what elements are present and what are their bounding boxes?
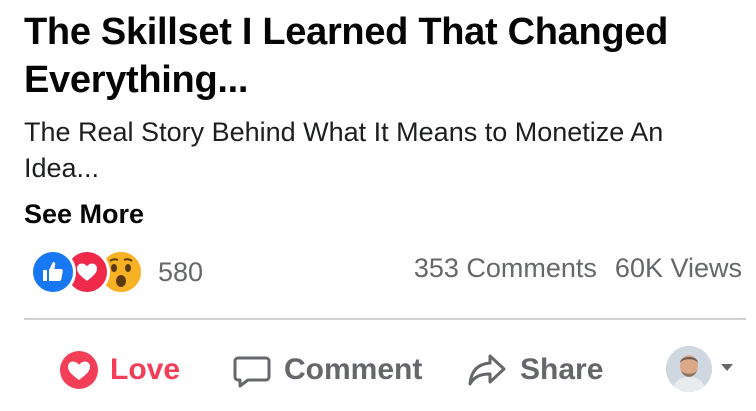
comment-button[interactable]: Comment bbox=[232, 340, 422, 400]
like-icon bbox=[30, 249, 76, 295]
share-icon bbox=[466, 350, 508, 390]
divider bbox=[24, 318, 746, 320]
profile-switcher[interactable] bbox=[666, 346, 734, 392]
avatar bbox=[666, 346, 712, 392]
action-bar: Love Comment Share bbox=[0, 340, 756, 400]
love-button[interactable]: Love bbox=[60, 340, 180, 400]
share-label: Share bbox=[520, 353, 604, 386]
comment-icon bbox=[232, 350, 272, 390]
see-more-link[interactable]: See More bbox=[24, 196, 144, 232]
chevron-down-icon bbox=[720, 360, 734, 378]
reactions-summary[interactable]: 580 bbox=[30, 249, 204, 295]
comment-label: Comment bbox=[284, 353, 423, 386]
comments-count[interactable]: 353 Comments bbox=[414, 253, 597, 284]
love-label: Love bbox=[110, 353, 181, 386]
reaction-count: 580 bbox=[158, 256, 204, 287]
post-stats: 353 Comments 60K Views bbox=[414, 253, 742, 284]
post-title: The Skillset I Learned That Changed Ever… bbox=[24, 11, 669, 101]
share-button[interactable]: Share bbox=[466, 340, 603, 400]
post-subtitle: The Real Story Behind What It Means to M… bbox=[24, 117, 664, 183]
views-count: 60K Views bbox=[614, 253, 742, 283]
love-icon bbox=[60, 351, 98, 389]
